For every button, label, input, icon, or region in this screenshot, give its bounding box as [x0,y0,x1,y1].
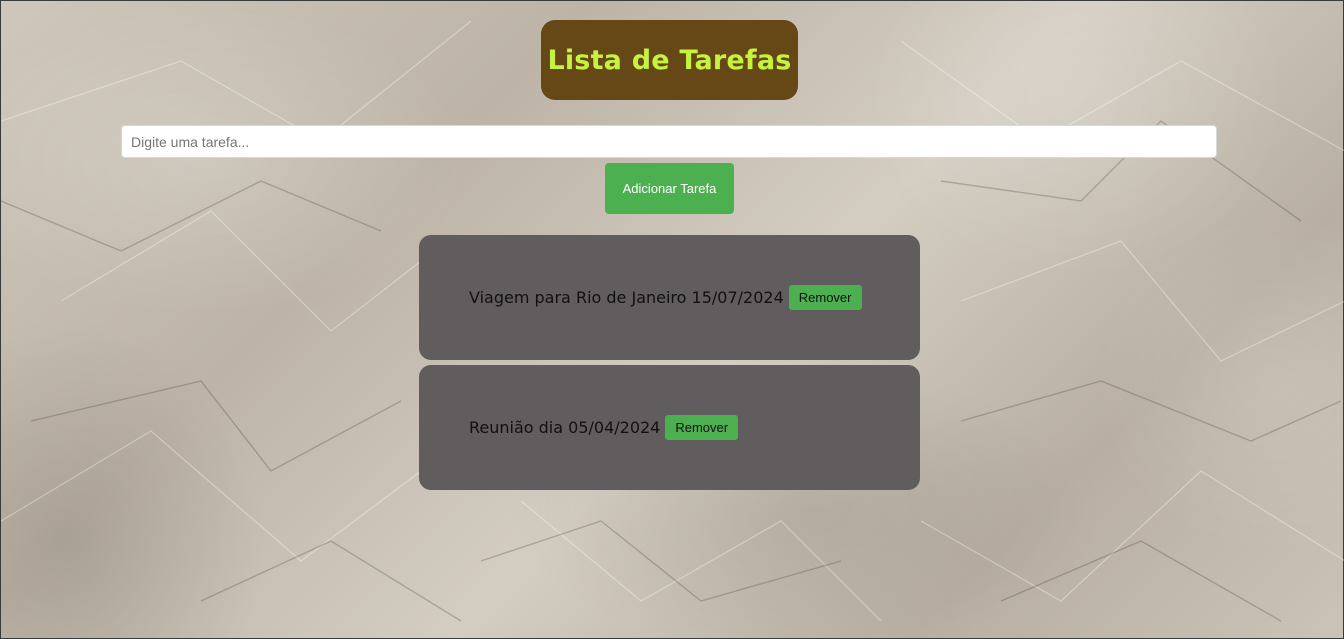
task-list: Viagem para Rio de Janeiro 15/07/2024 Re… [419,235,920,495]
remove-task-button[interactable]: Remover [788,285,862,310]
task-item: Reunião dia 05/04/2024 Remover [419,365,920,490]
task-item: Viagem para Rio de Janeiro 15/07/2024 Re… [419,235,920,360]
task-text: Viagem para Rio de Janeiro 15/07/2024 [469,288,784,307]
task-input[interactable] [121,125,1217,158]
page-title: Lista de Tarefas [547,44,792,76]
remove-task-button[interactable]: Remover [665,415,739,440]
add-task-button[interactable]: Adicionar Tarefa [605,163,734,214]
title-banner: Lista de Tarefas [541,20,798,100]
task-text: Reunião dia 05/04/2024 [469,418,661,437]
